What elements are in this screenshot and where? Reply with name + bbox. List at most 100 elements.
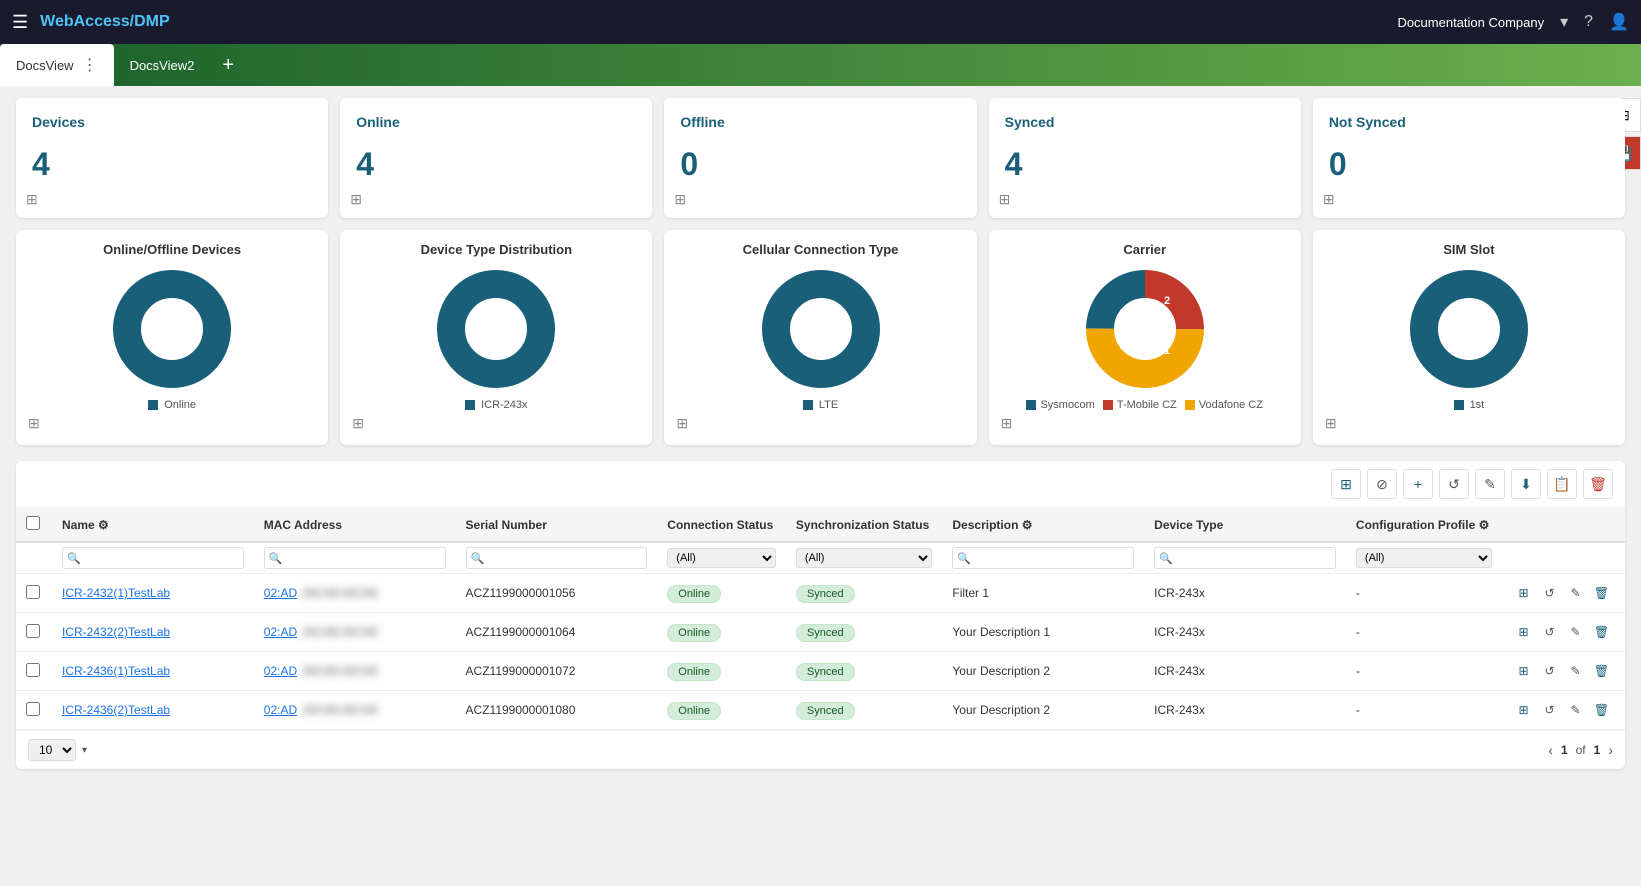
filter-name-input[interactable] [81,550,239,566]
stat-icon-not-synced[interactable]: ⊞ [1323,191,1335,208]
legend-sim-slot: 1st [1454,399,1485,411]
legend-cellular: LTE [803,399,838,411]
device-link-3[interactable]: ICR-2436(2)TestLab [62,703,170,717]
filter-serial-input[interactable] [484,550,642,566]
tab-docsview2[interactable]: DocsView2 [114,44,211,86]
row-device-type-0: ICR-243x [1144,574,1346,613]
chevron-down-icon[interactable]: ▾ [1560,12,1568,32]
row-serial-1: ACZ1199000001064 [456,613,658,652]
filter-device-type-input[interactable] [1173,550,1331,566]
select-all-checkbox[interactable] [26,516,40,530]
row-sync-2: Synced [786,652,943,691]
prev-page-button[interactable]: ‹ [1548,742,1553,758]
stat-value-synced: 4 [1005,146,1285,183]
row-edit-button-0[interactable]: ✎ [1564,582,1586,604]
device-link-0[interactable]: ICR-2432(1)TestLab [62,586,170,600]
row-config-1: - [1346,613,1503,652]
app-logo: WebAccess/DMP [40,13,170,31]
stat-icon-devices[interactable]: ⊞ [26,191,38,208]
download-button[interactable]: ⬇ [1511,469,1541,499]
add-tab-button[interactable]: + [210,44,246,86]
row-name-0: ICR-2432(1)TestLab [52,574,254,613]
mac-link-0[interactable]: 02:AD [264,586,297,600]
search-icon-mac: 🔍 [269,552,283,565]
column-selector-button[interactable]: ⊞ [1331,469,1361,499]
mac-blur-0: :XX:XX:XX:XX [300,586,377,600]
stat-icon-offline[interactable]: ⊞ [674,191,686,208]
row-refresh-button-3[interactable]: ↺ [1538,699,1560,721]
stat-icon-online[interactable]: ⊞ [350,191,362,208]
add-device-button[interactable]: + [1403,469,1433,499]
device-link-2[interactable]: ICR-2436(1)TestLab [62,664,170,678]
row-delete-button-0[interactable]: 🗑 [1590,582,1612,604]
chart-icon-device-type[interactable]: ⊞ [352,415,364,431]
table-header-row: Name ⚙ MAC Address Serial Number Connect… [16,508,1625,542]
delete-button[interactable]: 🗑 [1583,469,1613,499]
row-device-type-3: ICR-243x [1144,691,1346,730]
row-detail-button-1[interactable]: ⊞ [1512,621,1534,643]
chart-icon-cellular[interactable]: ⊞ [676,415,688,431]
chart-icon-online-offline[interactable]: ⊞ [28,415,40,431]
row-detail-button-2[interactable]: ⊞ [1512,660,1534,682]
row-delete-button-2[interactable]: 🗑 [1590,660,1612,682]
row-name-3: ICR-2436(2)TestLab [52,691,254,730]
row-description-2: Your Description 2 [942,652,1144,691]
filter-button[interactable]: ⊘ [1367,469,1397,499]
row-select-1[interactable] [26,624,40,638]
chart-icon-sim-slot[interactable]: ⊞ [1325,415,1337,431]
row-sync-0: Synced [786,574,943,613]
chart-title-online-offline: Online/Offline Devices [103,242,241,257]
device-table-section: ⊞ ⊘ + ↺ ✎ ⬇ 📋 🗑 Name ⚙ MAC Address Seria… [16,461,1625,769]
edit-button[interactable]: ✎ [1475,469,1505,499]
donut-label-device-type: 4 [491,318,502,341]
next-page-button[interactable]: › [1608,742,1613,758]
filter-icon: ⊘ [1376,476,1388,493]
row-select-0[interactable] [26,585,40,599]
chart-title-cellular: Cellular Connection Type [743,242,899,257]
stat-title-devices: Devices [32,114,312,130]
stat-title-synced: Synced [1005,114,1285,130]
row-edit-button-1[interactable]: ✎ [1564,621,1586,643]
row-edit-button-3[interactable]: ✎ [1564,699,1586,721]
chart-icon-carrier[interactable]: ⊞ [1001,415,1013,431]
export-button[interactable]: 📋 [1547,469,1577,499]
row-delete-button-1[interactable]: 🗑 [1590,621,1612,643]
filter-config-select[interactable]: (All) [1356,548,1493,568]
filter-desc-input[interactable] [971,550,1129,566]
legend-online-offline: Online [148,399,196,411]
filter-connection-select[interactable]: (All) [667,548,776,568]
row-connection-1: Online [657,613,786,652]
row-action-buttons-1: ⊞ ↺ ✎ 🗑 [1512,621,1615,643]
row-detail-button-0[interactable]: ⊞ [1512,582,1534,604]
tab-menu-icon[interactable]: ⋮ [82,55,98,75]
user-icon[interactable]: 👤 [1609,12,1629,32]
row-action-buttons-2: ⊞ ↺ ✎ 🗑 [1512,660,1615,682]
page-size-select[interactable]: 10 25 50 [28,739,76,761]
row-edit-button-2[interactable]: ✎ [1564,660,1586,682]
mac-link-3[interactable]: 02:AD [264,703,297,717]
row-refresh-button-2[interactable]: ↺ [1538,660,1560,682]
row-delete-button-3[interactable]: 🗑 [1590,699,1612,721]
sync-badge-1: Synced [796,624,855,642]
row-sync-3: Synced [786,691,943,730]
device-link-1[interactable]: ICR-2432(2)TestLab [62,625,170,639]
filter-mac-input[interactable] [282,550,440,566]
col-serial: Serial Number [456,508,658,542]
help-icon[interactable]: ? [1584,13,1593,31]
tab-docsview[interactable]: DocsView ⋮ [0,44,114,86]
row-select-3[interactable] [26,702,40,716]
refresh-button[interactable]: ↺ [1439,469,1469,499]
chart-title-device-type: Device Type Distribution [421,242,572,257]
row-refresh-button-1[interactable]: ↺ [1538,621,1560,643]
row-description-3: Your Description 2 [942,691,1144,730]
mac-link-2[interactable]: 02:AD [264,664,297,678]
page-size-control: 10 25 50 ▾ [28,739,87,761]
row-detail-button-3[interactable]: ⊞ [1512,699,1534,721]
row-refresh-button-0[interactable]: ↺ [1538,582,1560,604]
mac-link-1[interactable]: 02:AD [264,625,297,639]
filter-sync-select[interactable]: (All) [796,548,933,568]
stat-title-not-synced: Not Synced [1329,114,1609,130]
hamburger-icon[interactable]: ☰ [12,12,28,33]
row-select-2[interactable] [26,663,40,677]
stat-icon-synced[interactable]: ⊞ [999,191,1011,208]
